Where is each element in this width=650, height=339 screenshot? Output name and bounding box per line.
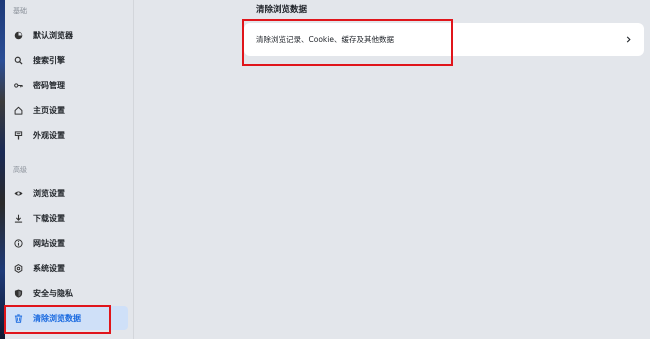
settings-card: 清除浏览记录、Cookie、缓存及其他数据 <box>244 23 644 56</box>
key-icon <box>12 79 24 91</box>
browser-icon <box>12 29 24 41</box>
sidebar-item-label: 网站设置 <box>33 238 65 248</box>
chevron-right-icon <box>624 36 632 44</box>
sidebar-item-homepage[interactable]: 主页设置 <box>5 98 128 122</box>
sidebar-item-system[interactable]: 系统设置 <box>5 256 128 280</box>
sidebar-item-label: 清除浏览数据 <box>33 313 81 323</box>
sidebar-item-label: 搜索引擎 <box>33 55 65 65</box>
sidebar-item-label: 安全与隐私 <box>33 288 73 298</box>
appearance-icon <box>12 129 24 141</box>
sidebar-item-site-settings[interactable]: 网站设置 <box>5 231 128 255</box>
section-title-basic: 基础 <box>13 7 27 15</box>
download-icon <box>12 212 24 224</box>
trash-icon <box>12 312 24 324</box>
sidebar-item-label: 外观设置 <box>33 130 65 140</box>
sidebar-item-download[interactable]: 下载设置 <box>5 206 128 230</box>
info-icon <box>12 237 24 249</box>
section-title-advanced: 高级 <box>13 166 27 174</box>
sidebar-item-search-engine[interactable]: 搜索引擎 <box>5 48 128 72</box>
clear-data-row[interactable]: 清除浏览记录、Cookie、缓存及其他数据 <box>244 23 644 56</box>
search-icon <box>12 54 24 66</box>
sidebar-item-label: 默认浏览器 <box>33 30 73 40</box>
sidebar-item-browsing[interactable]: 浏览设置 <box>5 181 128 205</box>
home-icon <box>12 104 24 116</box>
sidebar-item-default-browser[interactable]: 默认浏览器 <box>5 23 128 47</box>
sidebar-item-label: 下载设置 <box>33 213 65 223</box>
sidebar-item-appearance[interactable]: 外观设置 <box>5 123 128 147</box>
sidebar-item-label: 系统设置 <box>33 263 65 273</box>
sidebar-item-label: 浏览设置 <box>33 188 65 198</box>
page-title: 清除浏览数据 <box>256 5 308 15</box>
gear-icon <box>12 262 24 274</box>
settings-sidebar: 基础 默认浏览器 搜索引擎 密码管理 主页设置 外观设置 高级 浏览设置 下载设… <box>5 0 134 339</box>
sidebar-item-label: 密码管理 <box>33 80 65 90</box>
clear-data-row-label: 清除浏览记录、Cookie、缓存及其他数据 <box>256 35 394 44</box>
eye-icon <box>12 187 24 199</box>
sidebar-item-security-privacy[interactable]: 安全与隐私 <box>5 281 128 305</box>
sidebar-item-label: 主页设置 <box>33 105 65 115</box>
sidebar-item-clear-browsing-data[interactable]: 清除浏览数据 <box>5 306 128 330</box>
sidebar-item-password[interactable]: 密码管理 <box>5 73 128 97</box>
shield-icon <box>12 287 24 299</box>
